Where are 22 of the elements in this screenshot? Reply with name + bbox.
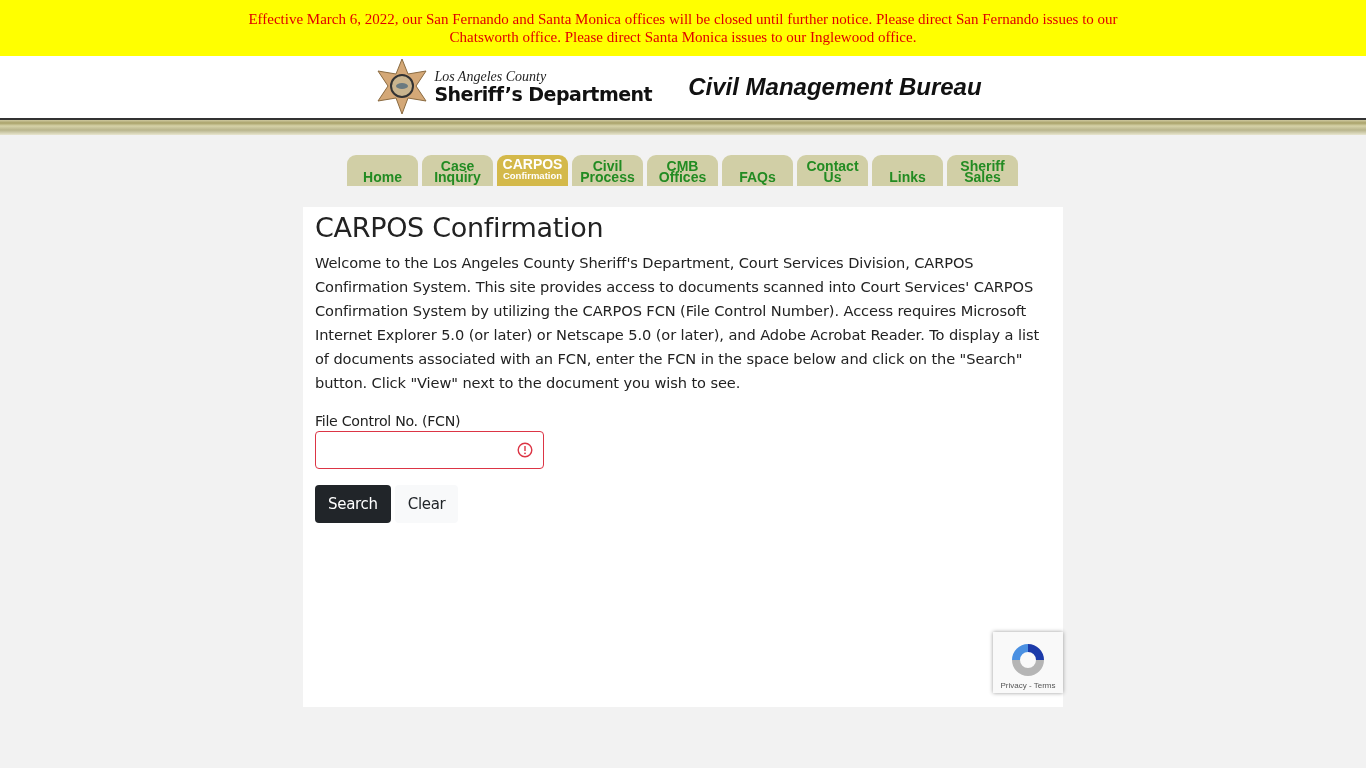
- nav-tab[interactable]: CARPOS Confirmation: [497, 155, 568, 186]
- nav-tab[interactable]: Sheriff Sales: [947, 155, 1018, 186]
- field-label: File Control No. (FCN): [315, 413, 462, 429]
- nav-tab[interactable]: Case Inquiry: [422, 155, 493, 186]
- county-name: Los Angeles County: [434, 70, 548, 84]
- closure-notice: Effective March 6, 2022, our San Fernando and Santa Monica offices will be closed until further notice. Please direct San Fernando issues to our Chatsworth office. Please direct Santa Monica issues to our Inglewood office.: [247, 10, 1119, 46]
- nav-tab[interactable]: Home: [347, 155, 418, 186]
- nav-tab[interactable]: Contact Us: [797, 155, 868, 186]
- nav-tab[interactable]: FAQs: [722, 155, 793, 186]
- privacy-terms-link[interactable]: Privacy - Terms: [1000, 681, 1056, 690]
- error-icon: [517, 442, 533, 458]
- recaptcha-icon: [1009, 642, 1047, 678]
- department-name: Sheriff’s Department: [434, 84, 653, 104]
- clear-button[interactable]: Clear: [394, 485, 459, 523]
- nav-tab[interactable]: Links: [872, 155, 943, 186]
- intro-paragraph: Welcome to the Los Angeles County Sheriff's Department, Court Services Division, CARPOS Confirmation System. This site provides access to documents scanned into Court Services' CARPOS Confirmation System by utilizing the CARPOS FCN (File Control Number). Access requires Microsoft Internet Explorer 5.0 (or later) or Netscape 5.0 (or later), and Adobe Acrobat Reader. To display a list of documents associated with an FCN, enter the FCN in the space below and click on the "Search" button. Click "View" next to the document you wish to see.: [315, 253, 1041, 393]
- search-button[interactable]: Search: [315, 485, 391, 523]
- fcn-input-field[interactable]: [315, 431, 544, 469]
- page-title: CARPOS Confirmation: [315, 211, 605, 245]
- nav-tab[interactable]: CMB Offices: [647, 155, 718, 186]
- nav-tab[interactable]: Civil Process: [572, 155, 643, 186]
- bureau-title: Civil Management Bureau: [688, 73, 982, 101]
